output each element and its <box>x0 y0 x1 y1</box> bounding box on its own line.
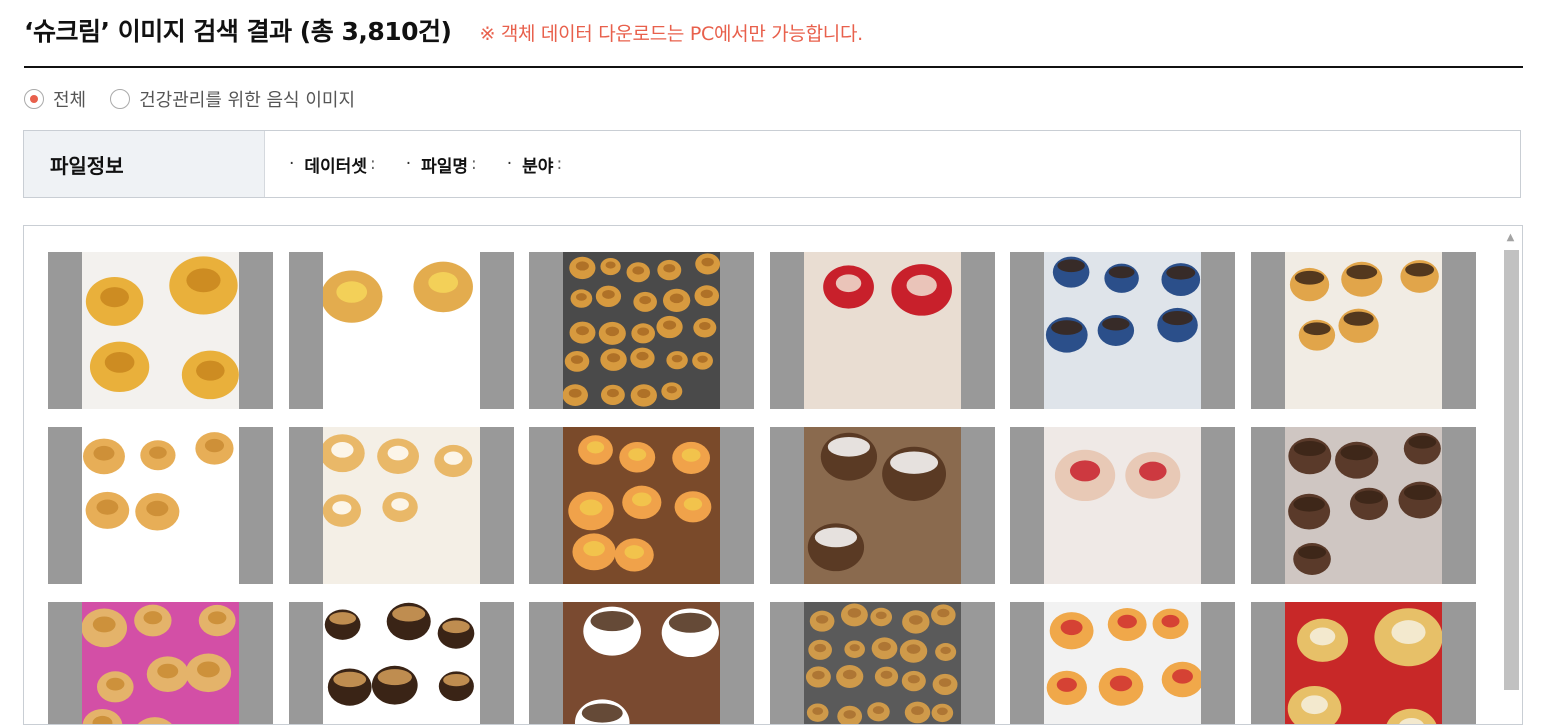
gallery-thumbnail[interactable] <box>529 252 754 409</box>
radio-health-food-label: 건강관리를 위한 음식 이미지 <box>139 86 355 112</box>
photo-placeholder <box>82 427 239 584</box>
field-category: · 분야 : <box>507 152 562 177</box>
gallery-thumbnail[interactable] <box>770 427 995 584</box>
photo-placeholder <box>1044 252 1201 409</box>
photo-placeholder <box>1285 602 1442 725</box>
food-photo <box>563 427 720 584</box>
scroll-up-arrow-icon[interactable]: ▲ <box>1502 228 1519 246</box>
title-row: ‘슈크림’ 이미지 검색 결과 (총 3,810건) ※ 객체 데이터 다운로드… <box>24 12 863 48</box>
food-photo <box>82 602 239 725</box>
photo-placeholder <box>804 252 961 409</box>
photo-placeholder <box>563 602 720 725</box>
photo-placeholder <box>82 252 239 409</box>
photo-placeholder <box>1044 602 1201 725</box>
food-photo <box>323 252 480 409</box>
photo-placeholder <box>323 427 480 584</box>
radio-all-indicator[interactable] <box>24 89 44 109</box>
radio-health-food-indicator[interactable] <box>110 89 130 109</box>
gallery-thumbnail[interactable] <box>1251 602 1476 725</box>
gallery-scrollbar[interactable]: ▲ <box>1502 228 1519 698</box>
bullet: · <box>507 154 512 174</box>
photo-placeholder <box>323 252 480 409</box>
photo-placeholder <box>323 602 480 725</box>
gallery-thumbnail[interactable] <box>770 252 995 409</box>
gallery-thumbnail[interactable] <box>48 427 273 584</box>
radio-all-label: 전체 <box>53 86 86 112</box>
file-info-heading: 파일정보 <box>24 131 265 197</box>
field-filename-label: 파일명 <box>421 152 468 177</box>
food-photo <box>1044 427 1201 584</box>
food-photo <box>1044 252 1201 409</box>
gallery-thumbnail[interactable] <box>1010 602 1235 725</box>
photo-placeholder <box>804 602 961 725</box>
food-photo <box>1285 602 1442 725</box>
file-info-fields: · 데이터셋 : · 파일명 : · 분야 : <box>265 131 592 197</box>
field-filename: · 파일명 : <box>406 152 477 177</box>
gallery-thumbnail[interactable] <box>1251 427 1476 584</box>
gallery-thumbnail[interactable] <box>1251 252 1476 409</box>
radio-all[interactable]: 전체 <box>24 86 86 112</box>
photo-placeholder <box>82 602 239 725</box>
photo-placeholder <box>1044 427 1201 584</box>
scroll-thumb[interactable] <box>1504 250 1519 690</box>
food-photo <box>804 252 961 409</box>
gallery-thumbnail[interactable] <box>770 602 995 725</box>
page-title: ‘슈크림’ 이미지 검색 결과 (총 3,810건) <box>24 12 451 48</box>
field-dataset-label: 데이터셋 <box>304 152 367 177</box>
filter-radio-group: 전체 건강관리를 위한 음식 이미지 <box>24 86 379 112</box>
photo-placeholder <box>804 427 961 584</box>
colon: : <box>370 154 376 174</box>
gallery-thumbnail[interactable] <box>289 602 514 725</box>
food-photo <box>323 602 480 725</box>
gallery-thumbnail[interactable] <box>289 427 514 584</box>
radio-health-food[interactable]: 건강관리를 위한 음식 이미지 <box>110 86 355 112</box>
food-photo <box>1285 252 1442 409</box>
header-divider <box>24 66 1523 68</box>
bullet: · <box>406 154 411 174</box>
food-photo <box>804 602 961 725</box>
gallery-thumbnail[interactable] <box>289 252 514 409</box>
food-photo <box>804 427 961 584</box>
image-gallery: ▲ <box>23 225 1523 725</box>
field-dataset: · 데이터셋 : <box>289 152 376 177</box>
field-category-label: 분야 <box>522 152 553 177</box>
bullet: · <box>289 154 294 174</box>
photo-placeholder <box>563 252 720 409</box>
food-photo <box>563 602 720 725</box>
download-notice: ※ 객체 데이터 다운로드는 PC에서만 가능합니다. <box>479 19 862 46</box>
colon: : <box>556 154 562 174</box>
gallery-thumbnail[interactable] <box>529 602 754 725</box>
colon: : <box>471 154 477 174</box>
food-photo <box>323 427 480 584</box>
photo-placeholder <box>1285 427 1442 584</box>
food-photo <box>82 252 239 409</box>
photo-placeholder <box>1285 252 1442 409</box>
photo-placeholder <box>563 427 720 584</box>
food-photo <box>563 252 720 409</box>
gallery-thumbnail[interactable] <box>48 252 273 409</box>
gallery-thumbnail[interactable] <box>1010 252 1235 409</box>
food-photo <box>1044 602 1201 725</box>
gallery-thumbnail[interactable] <box>1010 427 1235 584</box>
food-photo <box>82 427 239 584</box>
gallery-thumbnail[interactable] <box>529 427 754 584</box>
food-photo <box>1285 427 1442 584</box>
gallery-thumbnail[interactable] <box>48 602 273 725</box>
file-info-panel: 파일정보 · 데이터셋 : · 파일명 : · 분야 : <box>23 130 1521 198</box>
